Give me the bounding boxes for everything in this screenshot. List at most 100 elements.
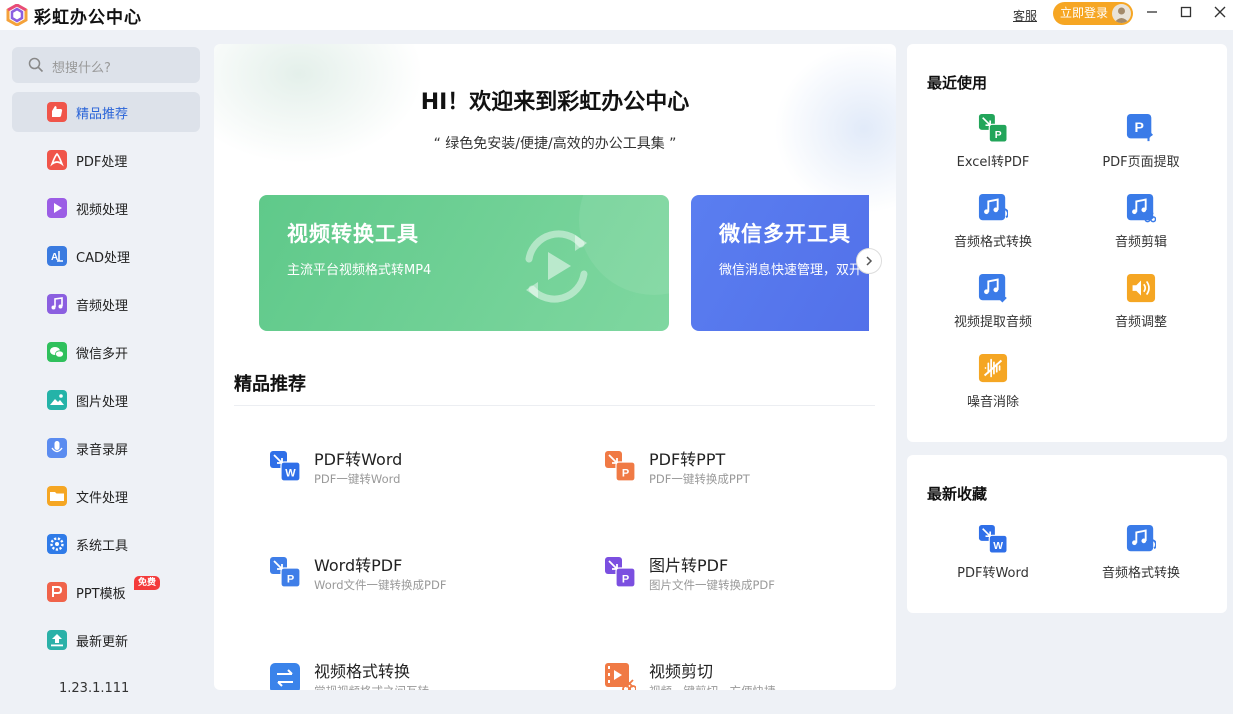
audio-adjust-icon [1126,273,1156,303]
tool-name: PDF转PPT [649,450,726,469]
sidebar-item-ppt[interactable]: PPT模板 免费 [12,572,200,612]
sidebar-item-cad[interactable]: A CAD处理 [12,236,200,276]
favorite-item[interactable]: 音频格式转换 [1066,524,1216,594]
favorites-title: 最新收藏 [927,485,988,503]
divider [234,405,875,406]
search-input[interactable]: 想搜什么? [52,57,111,76]
sidebar-item-wechat[interactable]: 微信多开 [12,332,200,372]
welcome-title: HI！欢迎来到彩虹办公中心 [420,90,690,115]
recent-item[interactable]: 噪音消除 [918,353,1068,423]
close-icon [1214,6,1226,18]
sidebar-item-recommended[interactable]: 精品推荐 [12,92,200,132]
word-to-pdf-icon: P [269,556,301,588]
pdf-to-word-icon: W [269,450,301,482]
sidebar-item-label: 图片处理 [76,395,129,410]
sidebar-item-audio[interactable]: 音频处理 [12,284,200,324]
sidebar-item-update[interactable]: 最新更新 [12,620,200,660]
system-icon [47,534,67,554]
sidebar-item-video[interactable]: 视频处理 [12,188,200,228]
app-logo-icon [6,4,28,26]
tool-card[interactable]: P Word转PDF Word文件一键转换成PDF [269,552,569,602]
svg-text:W: W [285,468,296,480]
video-icon [47,198,67,218]
sidebar-item-label: 最新更新 [76,635,129,650]
tool-card[interactable]: P PDF转PPT PDF一键转换成PPT [604,446,896,496]
svg-text:P: P [622,574,629,586]
sidebar-item-label: CAD处理 [76,251,130,266]
tool-card[interactable]: P 图片转PDF 图片文件一键转换成PDF [604,552,896,602]
recent-item-label: 音频调整 [1114,315,1167,330]
recent-item-label: PDF页面提取 [1102,155,1180,170]
noise-removal-icon [978,353,1008,383]
audio-cut-icon [1126,193,1157,223]
image-icon [47,390,67,410]
sidebar-item-label: 文件处理 [76,491,129,506]
recent-item-label: 音频格式转换 [953,235,1032,250]
recent-item[interactable]: 音频剪辑 [1066,193,1216,263]
video-cut-icon [604,662,637,690]
svg-text:P: P [1134,119,1143,135]
svg-text:P: P [622,468,629,480]
recent-item[interactable]: P PDF页面提取 [1066,113,1216,183]
tool-desc: 视频一键剪切，方便快捷 [649,683,776,690]
sidebar-item-record[interactable]: 录音录屏 [12,428,200,468]
tool-card[interactable]: 视频格式转换常规视频格式之间互转 [269,658,569,690]
pdf-to-word-icon: W [978,524,1008,554]
carousel-next-button[interactable] [856,248,882,274]
wechat-icon [47,342,67,362]
video-convert-icon [269,662,301,690]
sidebar-item-image[interactable]: 图片处理 [12,380,200,420]
favorite-item[interactable]: W PDF转Word [918,524,1068,594]
tool-name: 视频格式转换 [314,662,411,681]
record-icon [47,438,67,458]
sidebar-item-label: PDF处理 [76,155,128,170]
sidebar-item-label: 系统工具 [76,539,129,554]
tool-name: Word转PDF [314,556,403,575]
recent-item[interactable]: P Excel转PDF [918,113,1068,183]
banner-carousel: 视频转换工具 主流平台视频格式转MP4 微信多开工具 微信消息快速管理，双开 [259,195,869,331]
tagline: “ 绿色免安装/便捷/高效的办公工具集 ” [433,136,677,152]
tool-desc: PDF一键转换成PPT [649,472,750,486]
search-icon [28,57,44,73]
sidebar-item-label: 微信多开 [76,347,129,362]
pdf-page-extract-icon: P [1126,113,1156,143]
svg-text:P: P [995,130,1002,141]
pdf-icon [47,150,67,170]
minimize-button[interactable] [1143,5,1161,23]
close-button[interactable] [1211,5,1229,23]
maximize-button[interactable] [1177,5,1195,23]
sidebar-item-file[interactable]: 文件处理 [12,476,200,516]
file-icon [47,486,67,506]
tool-name: 图片转PDF [649,556,729,575]
svg-text:P: P [287,574,294,586]
recent-title: 最近使用 [927,74,988,92]
recent-item-label: 音频剪辑 [1114,235,1167,250]
support-link[interactable]: 客服 [1013,7,1037,24]
audio-icon [47,294,67,314]
banner-video-convert[interactable]: 视频转换工具 主流平台视频格式转MP4 [259,195,669,331]
tool-desc: PDF一键转Word [314,472,401,486]
recent-item[interactable]: 音频格式转换 [918,193,1068,263]
tool-card[interactable]: 视频剪切视频一键剪切，方便快捷 [604,658,896,690]
favorites-panel: 最新收藏 W PDF转Word 音频格式转换 [907,455,1227,613]
search-box[interactable]: 想搜什么? [12,47,200,83]
login-button[interactable]: 立即登录 [1053,2,1133,25]
recent-item[interactable]: 音频调整 [1066,273,1216,343]
ppt-icon [47,582,67,602]
tool-card[interactable]: W PDF转Word PDF一键转Word [269,446,569,496]
tool-desc: 常规视频格式之间互转 [314,683,429,690]
audio-convert-icon [1126,524,1157,554]
sidebar-item-pdf[interactable]: PDF处理 [12,140,200,180]
title-bar: 彩虹办公中心 客服 立即登录 [0,0,1233,30]
sidebar-item-label: 录音录屏 [76,443,129,458]
image-to-pdf-icon: P [604,556,636,588]
favorite-item-label: PDF转Word [957,566,1029,581]
recent-panel: 最近使用 P Excel转PDF P PDF页面提取 音频格式转换 音频剪辑 视频提取音频 音… [907,44,1227,442]
sidebar-item-system[interactable]: 系统工具 [12,524,200,564]
section-title: 精品推荐 [234,374,306,395]
recent-item[interactable]: 视频提取音频 [918,273,1068,343]
banner-wechat-multi[interactable]: 微信多开工具 微信消息快速管理，双开 [691,195,869,331]
version-label: 1.23.1.111 [59,681,130,696]
video-extract-audio-icon [978,273,1008,303]
login-label: 立即登录 [1060,6,1109,20]
